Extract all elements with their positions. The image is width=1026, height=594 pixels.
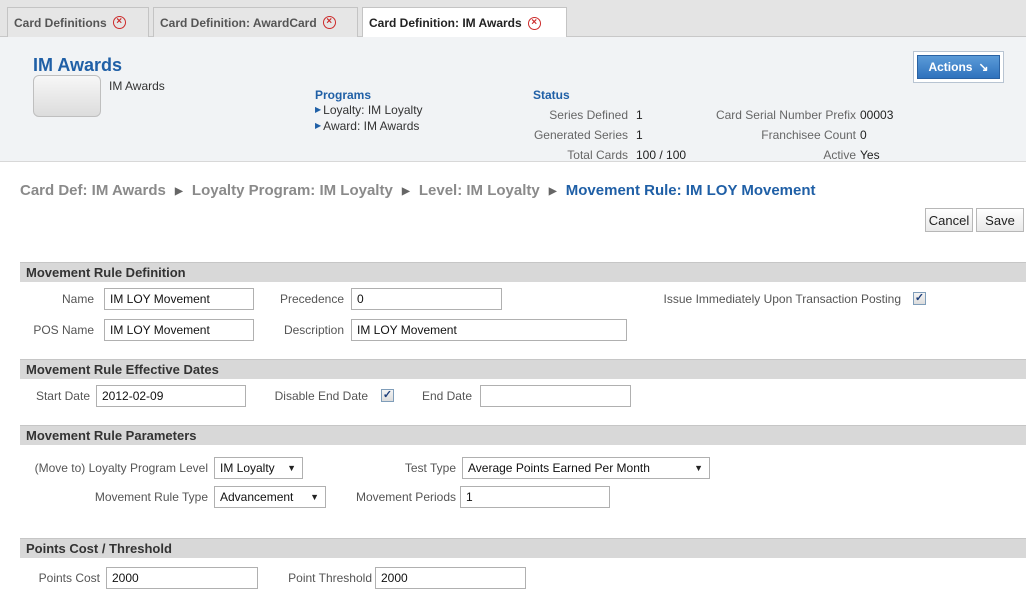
tab-label: Card Definition: IM Awards	[369, 16, 522, 30]
breadcrumb-item[interactable]: Card Def: IM Awards	[20, 182, 166, 199]
card-header-panel	[0, 37, 1026, 162]
tab-card-definition-awardcard[interactable]: Card Definition: AwardCard ×	[153, 7, 358, 37]
tab-bar: Card Definitions × Card Definition: Awar…	[0, 0, 1026, 38]
card-image	[33, 75, 101, 117]
generated-series-value: 1	[636, 128, 643, 142]
section-effective-dates-heading: Movement Rule Effective Dates	[20, 359, 1026, 379]
end-date-field[interactable]	[480, 385, 631, 407]
active-value: Yes	[860, 148, 880, 162]
triangle-right-icon: ▶	[315, 121, 322, 130]
pos-name-field[interactable]: IM LOY Movement	[104, 319, 254, 341]
arrow-down-right-icon: ↘	[978, 60, 989, 74]
section-parameters-heading: Movement Rule Parameters	[20, 425, 1026, 445]
triangle-right-icon: ▶	[175, 186, 183, 197]
movement-periods-field[interactable]: 1	[460, 486, 610, 508]
serial-prefix-label: Card Serial Number Prefix	[715, 108, 856, 122]
franchisee-count-label: Franchisee Count	[761, 128, 856, 142]
point-threshold-label: Point Threshold	[288, 571, 372, 585]
triangle-right-icon: ▶	[401, 186, 410, 197]
card-title: IM Awards	[33, 55, 123, 75]
caret-down-icon: ▼	[287, 463, 296, 473]
point-threshold-field[interactable]: 2000	[375, 567, 526, 589]
start-date-field[interactable]: 2012-02-09	[96, 385, 246, 407]
breadcrumb: Card Def: IM Awards ▶ Loyalty Program: I…	[20, 182, 816, 199]
issue-immediately-label: Issue Immediately Upon Transaction Posti…	[663, 292, 901, 306]
caret-down-icon: ▼	[310, 492, 319, 502]
section-points-heading: Points Cost / Threshold	[20, 538, 1026, 558]
pos-name-label: POS Name	[33, 323, 94, 337]
movement-rule-type-label: Movement Rule Type	[94, 490, 208, 504]
actions-button-frame: Actions ↘	[913, 51, 1004, 83]
loyalty-level-label: (Move to) Loyalty Program Level	[34, 461, 208, 475]
name-field[interactable]: IM LOY Movement	[104, 288, 254, 310]
movement-periods-label: Movement Periods	[355, 490, 456, 504]
tab-label: Card Definitions	[14, 15, 107, 30]
description-field[interactable]: IM LOY Movement	[351, 319, 627, 341]
section-definition-heading: Movement Rule Definition	[20, 262, 1026, 282]
triangle-right-icon: ▶	[315, 105, 322, 114]
total-cards-value: 100 / 100	[636, 148, 687, 162]
triangle-right-icon: ▶	[548, 186, 557, 197]
generated-series-label: Generated Series	[533, 128, 628, 142]
precedence-field[interactable]: 0	[351, 288, 502, 310]
status-heading: Status	[533, 88, 570, 102]
test-type-select[interactable]: Average Points Earned Per Month ▼	[462, 457, 710, 479]
disable-end-date-checkbox[interactable]: ✓	[381, 389, 394, 402]
caret-down-icon: ▼	[694, 463, 703, 473]
close-circle-icon[interactable]: ×	[112, 16, 126, 29]
series-defined-value: 1	[636, 108, 643, 122]
description-label: Description	[283, 323, 344, 337]
active-label: Active	[823, 148, 856, 162]
loyalty-level-select[interactable]: IM Loyalty ▼	[214, 457, 303, 479]
tab-label: Card Definition: AwardCard	[160, 15, 317, 30]
total-cards-label: Total Cards	[567, 148, 628, 162]
end-date-label: End Date	[421, 389, 472, 403]
precedence-label: Precedence	[279, 292, 344, 306]
points-cost-label: Points Cost	[38, 571, 100, 585]
breadcrumb-item[interactable]: Level: IM Loyalty	[419, 182, 540, 199]
tab-card-definition-im-awards[interactable]: Card Definition: IM Awards ×	[362, 7, 567, 38]
breadcrumb-item[interactable]: Loyalty Program: IM Loyalty	[192, 182, 393, 199]
loyalty-level-value: IM Loyalty	[220, 461, 275, 475]
save-button[interactable]: Save	[976, 208, 1024, 232]
cancel-button[interactable]: Cancel	[925, 208, 973, 232]
actions-button[interactable]: Actions ↘	[917, 55, 1000, 79]
serial-prefix-value: 00003	[860, 108, 894, 122]
tab-card-definitions[interactable]: Card Definitions ×	[7, 7, 149, 37]
disable-end-date-label: Disable End Date	[274, 389, 368, 403]
actions-label: Actions	[928, 60, 973, 74]
close-circle-icon[interactable]: ×	[322, 16, 336, 29]
name-label: Name	[61, 292, 94, 306]
test-type-value: Average Points Earned Per Month	[468, 461, 650, 475]
programs-heading: Programs	[315, 88, 372, 102]
issue-immediately-checkbox[interactable]: ✓	[913, 292, 926, 305]
card-name: IM Awards	[109, 79, 165, 93]
program-item[interactable]: ▶ Loyalty: IM Loyalty	[315, 103, 423, 117]
program-item[interactable]: ▶ Award: IM Awards	[315, 119, 419, 133]
series-defined-label: Series Defined	[549, 108, 628, 122]
close-circle-icon[interactable]: ×	[527, 16, 541, 30]
movement-rule-type-value: Advancement	[220, 490, 294, 504]
breadcrumb-current: Movement Rule: IM LOY Movement	[565, 182, 816, 199]
test-type-label: Test Type	[404, 461, 456, 475]
franchisee-count-value: 0	[860, 128, 867, 142]
points-cost-field[interactable]: 2000	[106, 567, 258, 589]
movement-rule-type-select[interactable]: Advancement ▼	[214, 486, 326, 508]
program-label: Award: IM Awards	[323, 119, 420, 133]
start-date-label: Start Date	[35, 389, 90, 403]
program-label: Loyalty: IM Loyalty	[323, 103, 423, 117]
